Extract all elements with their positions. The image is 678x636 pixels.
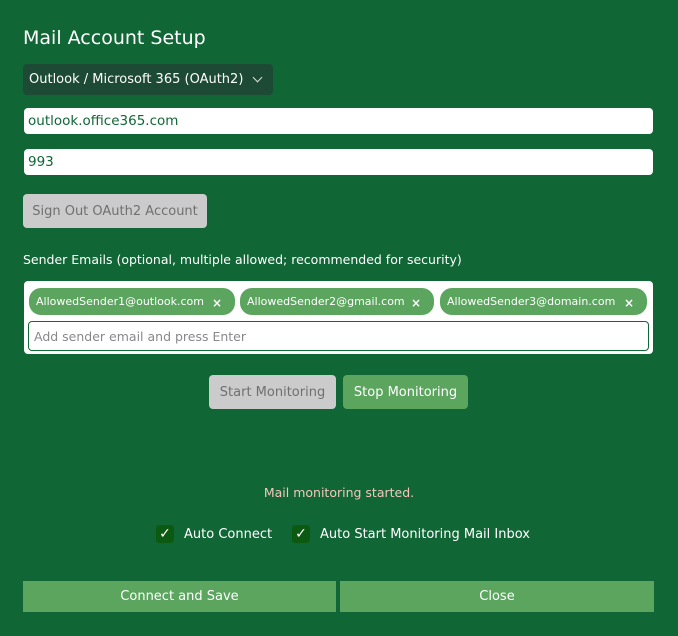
chevron-down-icon xyxy=(252,72,263,83)
sender-tag: AllowedSender3@domain.com × xyxy=(440,288,647,315)
sender-emails-label: Sender Emails (optional, multiple allowe… xyxy=(23,252,462,267)
add-sender-input[interactable]: Add sender email and press Enter xyxy=(28,321,649,351)
sign-out-button[interactable]: Sign Out OAuth2 Account xyxy=(23,194,207,228)
checkmark-icon: ✓ xyxy=(156,525,174,543)
page-title: Mail Account Setup xyxy=(23,27,206,49)
sender-tag: AllowedSender2@gmail.com × xyxy=(240,288,434,315)
stop-monitoring-button[interactable]: Stop Monitoring xyxy=(343,375,468,409)
auto-start-monitoring-checkbox[interactable]: ✓ Auto Start Monitoring Mail Inbox xyxy=(292,525,530,543)
remove-tag-icon[interactable]: × xyxy=(624,296,634,310)
remove-tag-icon[interactable]: × xyxy=(411,296,421,310)
sender-tag-label: AllowedSender1@outlook.com xyxy=(36,295,204,308)
sender-emails-box: AllowedSender1@outlook.com × AllowedSende… xyxy=(24,281,653,354)
provider-select[interactable]: Outlook / Microsoft 365 (OAuth2) xyxy=(23,64,273,95)
checkmark-icon: ✓ xyxy=(292,525,310,543)
sender-tag: AllowedSender1@outlook.com × xyxy=(29,288,235,315)
port-input[interactable]: 993 xyxy=(24,149,653,175)
sender-tag-label: AllowedSender2@gmail.com xyxy=(247,295,405,308)
start-monitoring-button[interactable]: Start Monitoring xyxy=(209,375,336,409)
sender-tag-label: AllowedSender3@domain.com xyxy=(447,295,616,308)
server-input[interactable]: outlook.office365.com xyxy=(24,108,653,134)
checkbox-label: Auto Connect xyxy=(184,526,273,542)
status-text: Mail monitoring started. xyxy=(263,485,415,500)
checkbox-label: Auto Start Monitoring Mail Inbox xyxy=(320,526,530,542)
provider-selected: Outlook / Microsoft 365 (OAuth2) xyxy=(29,72,244,87)
close-button[interactable]: Close xyxy=(340,581,654,612)
connect-and-save-button[interactable]: Connect and Save xyxy=(23,581,336,612)
remove-tag-icon[interactable]: × xyxy=(212,296,222,310)
auto-connect-checkbox[interactable]: ✓ Auto Connect xyxy=(156,525,272,543)
